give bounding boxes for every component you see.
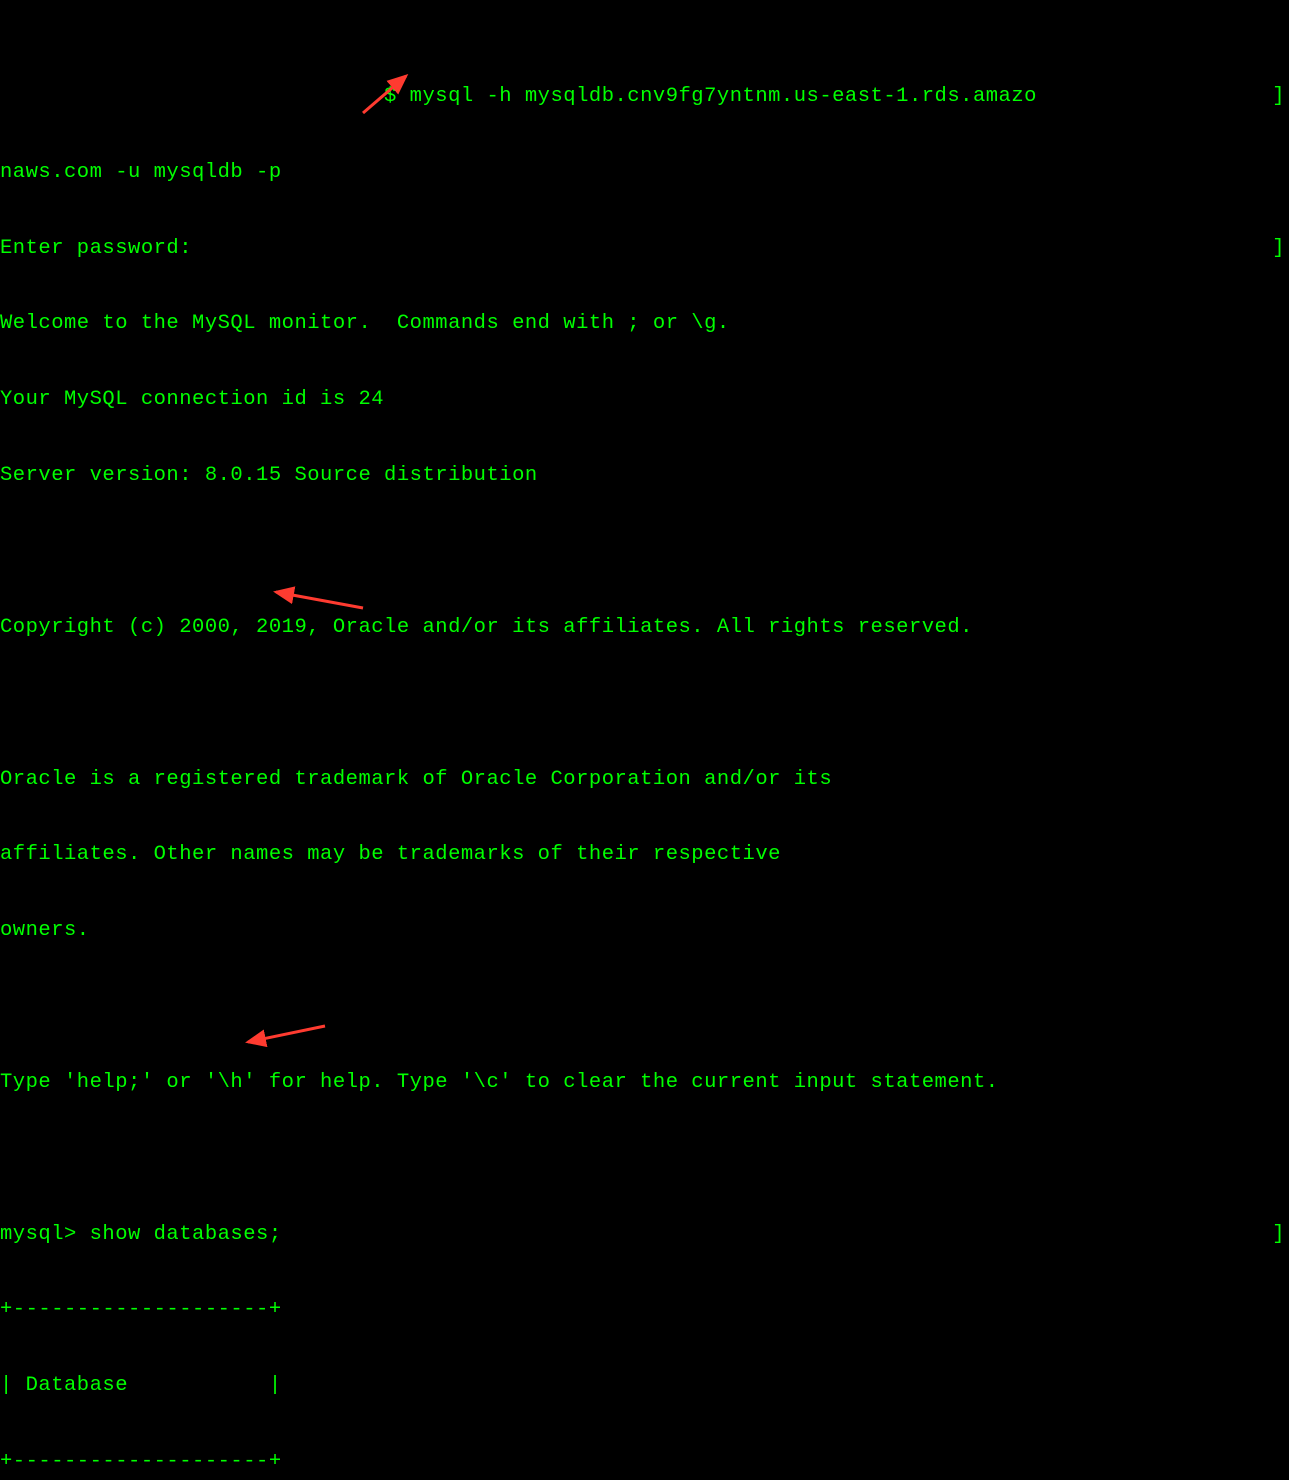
welcome-line: Welcome to the MySQL monitor. Commands e… xyxy=(0,305,1289,343)
text: $ mysql -h mysqldb.cnv9fg7yntnm.us-east-… xyxy=(0,85,1037,108)
password-prompt: Enter password:] xyxy=(0,230,1289,268)
line-end-bracket: ] xyxy=(1272,78,1285,116)
copyright-line: Copyright (c) 2000, 2019, Oracle and/or … xyxy=(0,609,1289,647)
server-version-line: Server version: 8.0.15 Source distributi… xyxy=(0,457,1289,495)
cmd-line-2: naws.com -u mysqldb -p xyxy=(0,154,1289,192)
trademark-line-1: Oracle is a registered trademark of Orac… xyxy=(0,761,1289,799)
connection-id-line: Your MySQL connection id is 24 xyxy=(0,381,1289,419)
table-border: +--------------------+ xyxy=(0,1443,1289,1480)
table-border: +--------------------+ xyxy=(0,1291,1289,1329)
text: Enter password: xyxy=(0,237,192,260)
cmd-line-1: $ mysql -h mysqldb.cnv9fg7yntnm.us-east-… xyxy=(0,78,1289,116)
blank-line xyxy=(0,988,1289,1026)
blank-line xyxy=(0,1140,1289,1178)
help-line: Type 'help;' or '\h' for help. Type '\c'… xyxy=(0,1064,1289,1102)
show-databases-cmd: mysql> show databases;] xyxy=(0,1216,1289,1254)
blank-line xyxy=(0,533,1289,571)
trademark-line-3: owners. xyxy=(0,912,1289,950)
terminal-window[interactable]: $ mysql -h mysqldb.cnv9fg7yntnm.us-east-… xyxy=(0,0,1289,1480)
text: mysql> show databases; xyxy=(0,1223,282,1246)
line-end-bracket: ] xyxy=(1272,1216,1285,1254)
trademark-line-2: affiliates. Other names may be trademark… xyxy=(0,836,1289,874)
line-end-bracket: ] xyxy=(1272,230,1285,268)
blank-line xyxy=(0,685,1289,723)
table-header: | Database | xyxy=(0,1367,1289,1405)
